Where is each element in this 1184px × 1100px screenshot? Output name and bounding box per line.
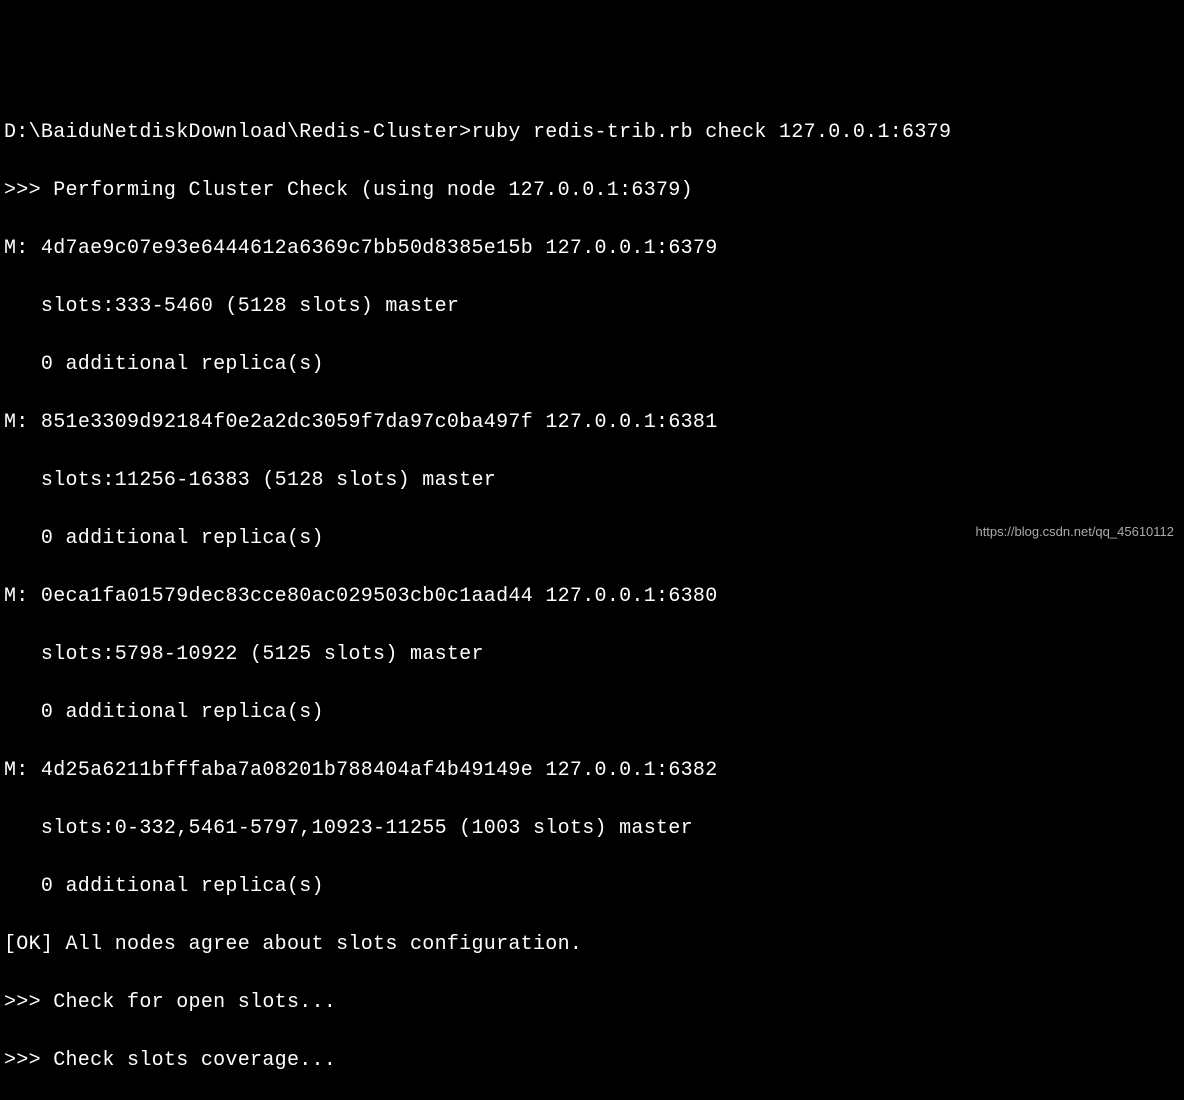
node-slots-line: slots:333-5460 (5128 slots) master xyxy=(4,292,1180,321)
check-open-slots-line: >>> Check for open slots... xyxy=(4,988,1180,1017)
node-id: 4d7ae9c07e93e6444612a6369c7bb50d8385e15b xyxy=(41,237,533,260)
node-replicas-line: 0 additional replica(s) xyxy=(4,872,1180,901)
node-slots-line: slots:0-332,5461-5797,10923-11255 (1003 … xyxy=(4,814,1180,843)
node-addr: 127.0.0.1:6382 xyxy=(545,759,717,782)
command-prompt-line: D:\BaiduNetdiskDownload\Redis-Cluster>ru… xyxy=(4,118,1180,147)
node-prefix: M: xyxy=(4,585,29,608)
watermark-text: https://blog.csdn.net/qq_45610112 xyxy=(975,523,1174,542)
node-header-line: M: 851e3309d92184f0e2a2dc3059f7da97c0ba4… xyxy=(4,408,1180,437)
node-prefix: M: xyxy=(4,759,29,782)
performing-check-line: >>> Performing Cluster Check (using node… xyxy=(4,176,1180,205)
node-addr: 127.0.0.1:6380 xyxy=(545,585,717,608)
node-replicas-line: 0 additional replica(s) xyxy=(4,698,1180,727)
check-coverage-line: >>> Check slots coverage... xyxy=(4,1046,1180,1075)
command-text: ruby redis-trib.rb check 127.0.0.1:6379 xyxy=(471,121,951,144)
node-addr: 127.0.0.1:6379 xyxy=(545,237,717,260)
node-id: 851e3309d92184f0e2a2dc3059f7da97c0ba497f xyxy=(41,411,533,434)
ok-agree-line: [OK] All nodes agree about slots configu… xyxy=(4,930,1180,959)
node-header-line: M: 4d7ae9c07e93e6444612a6369c7bb50d8385e… xyxy=(4,234,1180,263)
node-slots-line: slots:11256-16383 (5128 slots) master xyxy=(4,466,1180,495)
node-prefix: M: xyxy=(4,237,29,260)
prompt-path: D:\BaiduNetdiskDownload\Redis-Cluster> xyxy=(4,121,471,144)
node-replicas-line: 0 additional replica(s) xyxy=(4,350,1180,379)
node-slots-line: slots:5798-10922 (5125 slots) master xyxy=(4,640,1180,669)
node-addr: 127.0.0.1:6381 xyxy=(545,411,717,434)
node-id: 4d25a6211bfffaba7a08201b788404af4b49149e xyxy=(41,759,533,782)
node-id: 0eca1fa01579dec83cce80ac029503cb0c1aad44 xyxy=(41,585,533,608)
node-prefix: M: xyxy=(4,411,29,434)
node-header-line: M: 0eca1fa01579dec83cce80ac029503cb0c1aa… xyxy=(4,582,1180,611)
node-header-line: M: 4d25a6211bfffaba7a08201b788404af4b491… xyxy=(4,756,1180,785)
